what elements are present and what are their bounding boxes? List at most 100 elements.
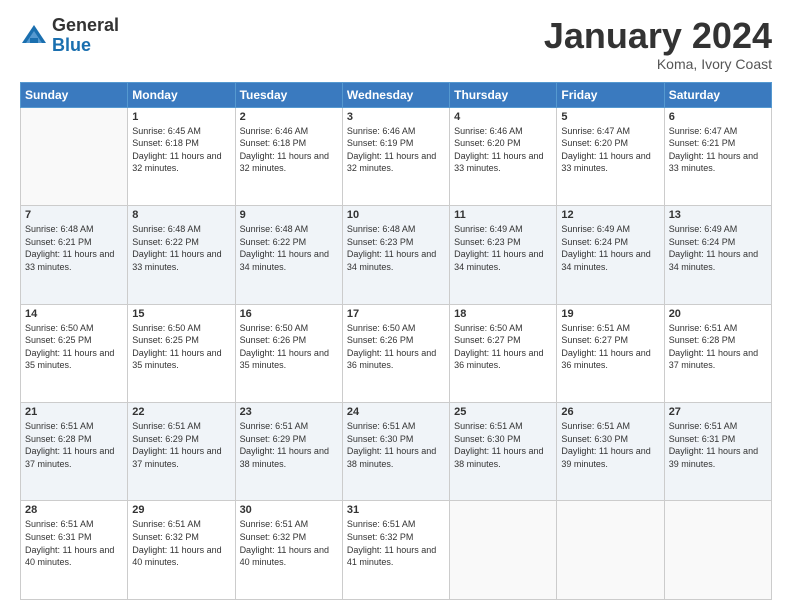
- calendar-week-row: 1 Sunrise: 6:45 AM Sunset: 6:18 PM Daylight…: [21, 107, 772, 205]
- table-row: 8Sunrise: 6:48 AMSunset: 6:22 PMDaylight…: [128, 206, 235, 304]
- table-row: 28Sunrise: 6:51 AMSunset: 6:31 PMDayligh…: [21, 501, 128, 600]
- sunset-text: Sunset: 6:21 PM: [669, 138, 736, 148]
- sunset-text: Sunset: 6:29 PM: [132, 434, 199, 444]
- day-info: Sunrise: 6:50 AMSunset: 6:25 PMDaylight:…: [25, 322, 123, 372]
- weekday-header-row: Sunday Monday Tuesday Wednesday Thursday…: [21, 82, 772, 107]
- table-row: 22Sunrise: 6:51 AMSunset: 6:29 PMDayligh…: [128, 403, 235, 501]
- daylight-text: Daylight: 11 hours and 40 minutes.: [25, 545, 114, 568]
- sunset-text: Sunset: 6:24 PM: [561, 237, 628, 247]
- sunset-text: Sunset: 6:18 PM: [132, 138, 199, 148]
- sunset-text: Sunset: 6:30 PM: [347, 434, 414, 444]
- daylight-text: Daylight: 11 hours and 40 minutes.: [132, 545, 221, 568]
- day-number: 24: [347, 406, 445, 418]
- day-info: Sunrise: 6:51 AMSunset: 6:31 PMDaylight:…: [25, 518, 123, 568]
- day-info: Sunrise: 6:46 AMSunset: 6:19 PMDaylight:…: [347, 125, 445, 175]
- sunset-text: Sunset: 6:18 PM: [240, 138, 307, 148]
- day-number: 25: [454, 406, 552, 418]
- daylight-text: Daylight: 11 hours and 37 minutes.: [132, 446, 221, 469]
- daylight-text: Daylight: 11 hours and 33 minutes.: [561, 151, 650, 174]
- calendar-week-row: 7Sunrise: 6:48 AMSunset: 6:21 PMDaylight…: [21, 206, 772, 304]
- calendar-week-row: 28Sunrise: 6:51 AMSunset: 6:31 PMDayligh…: [21, 501, 772, 600]
- table-row: 20 Sunrise: 6:51 AM Sunset: 6:28 PM Dayligh…: [664, 304, 771, 402]
- table-row: [450, 501, 557, 600]
- day-number: 31: [347, 504, 445, 516]
- day-number: 17: [347, 308, 445, 320]
- table-row: 31Sunrise: 6:51 AMSunset: 6:32 PMDayligh…: [342, 501, 449, 600]
- day-info: Sunrise: 6:51 AMSunset: 6:32 PMDaylight:…: [240, 518, 338, 568]
- day-number: 29: [132, 504, 230, 516]
- sunrise-text: Sunrise: 6:47 AM: [561, 126, 630, 136]
- header-thursday: Thursday: [450, 82, 557, 107]
- daylight-text: Daylight: 11 hours and 37 minutes.: [669, 348, 758, 371]
- table-row: 5 Sunrise: 6:47 AMSunset: 6:20 PMDaylight…: [557, 107, 664, 205]
- sunset-text: Sunset: 6:27 PM: [561, 335, 628, 345]
- day-number: 26: [561, 406, 659, 418]
- day-number: 19: [561, 308, 659, 320]
- day-info: Sunrise: 6:51 AMSunset: 6:29 PMDaylight:…: [132, 420, 230, 470]
- sunrise-text: Sunrise: 6:49 AM: [454, 224, 523, 234]
- day-number: 3: [347, 111, 445, 123]
- table-row: 14Sunrise: 6:50 AMSunset: 6:25 PMDayligh…: [21, 304, 128, 402]
- sunset-text: Sunset: 6:25 PM: [25, 335, 92, 345]
- header-tuesday: Tuesday: [235, 82, 342, 107]
- sunrise-text: Sunrise: 6:51 AM: [669, 323, 738, 333]
- table-row: 7Sunrise: 6:48 AMSunset: 6:21 PMDaylight…: [21, 206, 128, 304]
- day-number: 20: [669, 308, 767, 320]
- day-info: Sunrise: 6:47 AMSunset: 6:20 PMDaylight:…: [561, 125, 659, 175]
- daylight-text: Daylight: 11 hours and 34 minutes.: [347, 249, 436, 272]
- day-number: 2: [240, 111, 338, 123]
- logo: General Blue: [20, 16, 119, 56]
- sunrise-text: Sunrise: 6:51 AM: [240, 421, 309, 431]
- daylight-text: Daylight: 11 hours and 36 minutes.: [561, 348, 650, 371]
- sunset-text: Sunset: 6:24 PM: [669, 237, 736, 247]
- daylight-text: Daylight: 11 hours and 34 minutes.: [669, 249, 758, 272]
- day-info: Sunrise: 6:46 AMSunset: 6:20 PMDaylight:…: [454, 125, 552, 175]
- sunset-text: Sunset: 6:26 PM: [240, 335, 307, 345]
- table-row: 12 Sunrise: 6:49 AMSunset: 6:24 PMDayligh…: [557, 206, 664, 304]
- day-info: Sunrise: 6:45 AMSunset: 6:18 PMDaylight:…: [132, 125, 230, 175]
- daylight-text: Daylight: 11 hours and 33 minutes.: [454, 151, 543, 174]
- day-number: 12: [561, 209, 659, 221]
- sunset-text: Sunset: 6:31 PM: [669, 434, 736, 444]
- table-row: 19Sunrise: 6:51 AMSunset: 6:27 PMDayligh…: [557, 304, 664, 402]
- daylight-text: Daylight: 11 hours and 36 minutes.: [347, 348, 436, 371]
- sunset-text: Sunset: 6:23 PM: [347, 237, 414, 247]
- day-number: 1: [132, 111, 230, 123]
- table-row: 21Sunrise: 6:51 AMSunset: 6:28 PMDayligh…: [21, 403, 128, 501]
- sunset-text: Sunset: 6:21 PM: [25, 237, 92, 247]
- sunrise-text: Sunrise: 6:48 AM: [132, 224, 201, 234]
- day-info: Sunrise: 6:49 AMSunset: 6:24 PMDaylight:…: [561, 223, 659, 273]
- sunset-text: Sunset: 6:26 PM: [347, 335, 414, 345]
- day-info: Sunrise: 6:49 AMSunset: 6:23 PMDaylight:…: [454, 223, 552, 273]
- sunrise-text: Sunrise: 6:46 AM: [347, 126, 416, 136]
- sunrise-text: Sunrise: 6:51 AM: [454, 421, 523, 431]
- sunset-text: Sunset: 6:19 PM: [347, 138, 414, 148]
- day-number: 9: [240, 209, 338, 221]
- sunrise-text: Sunrise: 6:51 AM: [25, 421, 94, 431]
- day-number: 6: [669, 111, 767, 123]
- day-number: 15: [132, 308, 230, 320]
- daylight-text: Daylight: 11 hours and 32 minutes.: [240, 151, 329, 174]
- day-number: 30: [240, 504, 338, 516]
- day-info: Sunrise: 6:48 AMSunset: 6:22 PMDaylight:…: [132, 223, 230, 273]
- sunset-text: Sunset: 6:22 PM: [240, 237, 307, 247]
- table-row: 3Sunrise: 6:46 AMSunset: 6:19 PMDaylight…: [342, 107, 449, 205]
- sunset-text: Sunset: 6:27 PM: [454, 335, 521, 345]
- day-info: Sunrise: 6:51 AMSunset: 6:30 PMDaylight:…: [454, 420, 552, 470]
- sunset-text: Sunset: 6:23 PM: [454, 237, 521, 247]
- daylight-text: Daylight: 11 hours and 35 minutes.: [132, 348, 221, 371]
- day-number: 27: [669, 406, 767, 418]
- table-row: 29Sunrise: 6:51 AMSunset: 6:32 PMDayligh…: [128, 501, 235, 600]
- table-row: 23Sunrise: 6:51 AMSunset: 6:29 PMDayligh…: [235, 403, 342, 501]
- day-number: 5: [561, 111, 659, 123]
- header-sunday: Sunday: [21, 82, 128, 107]
- day-info: Sunrise: 6:51 AMSunset: 6:30 PMDaylight:…: [561, 420, 659, 470]
- sunrise-text: Sunrise: 6:45 AM: [132, 126, 201, 136]
- day-number: 21: [25, 406, 123, 418]
- header-wednesday: Wednesday: [342, 82, 449, 107]
- page: General Blue January 2024 Koma, Ivory Co…: [0, 0, 792, 612]
- sunrise-text: Sunrise: 6:50 AM: [132, 323, 201, 333]
- sunset-text: Sunset: 6:32 PM: [347, 532, 414, 542]
- sunset-text: Sunset: 6:28 PM: [669, 335, 736, 345]
- sunrise-text: Sunrise: 6:50 AM: [240, 323, 309, 333]
